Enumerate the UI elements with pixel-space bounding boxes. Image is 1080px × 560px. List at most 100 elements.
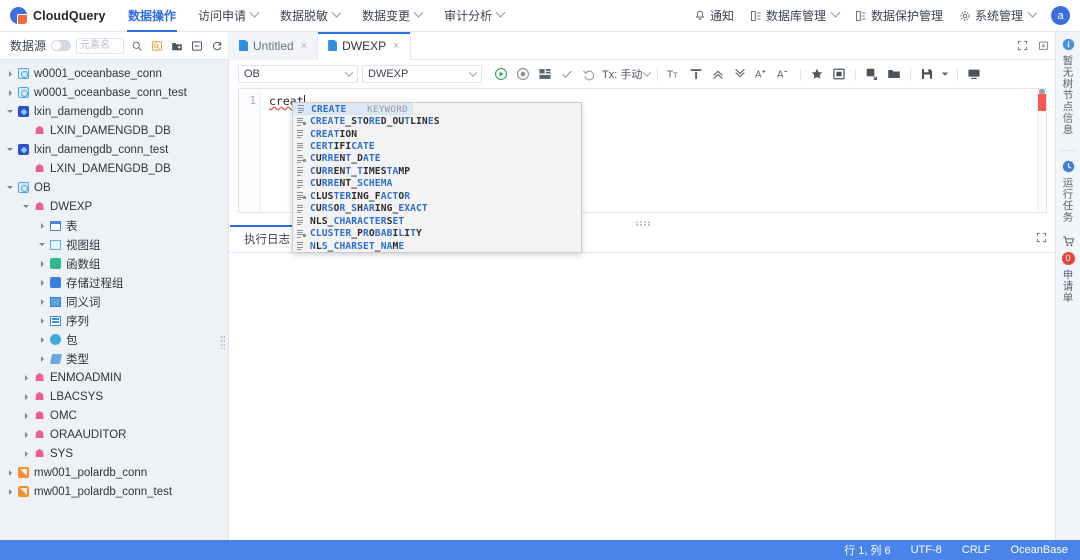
tree-expand-arrow-icon[interactable] bbox=[36, 235, 48, 254]
tree-node[interactable]: mw001_polardb_conn bbox=[0, 463, 228, 482]
run-current-icon[interactable] bbox=[514, 64, 532, 84]
tree-node[interactable]: ☗LXIN_DAMENGDB_DB bbox=[0, 121, 228, 140]
font-size-icon[interactable]: TT bbox=[665, 64, 683, 84]
autocomplete-item[interactable]: CREATION bbox=[293, 128, 581, 140]
tree-expand-arrow-icon[interactable] bbox=[20, 159, 32, 178]
brand[interactable]: CloudQuery bbox=[0, 7, 118, 24]
fullscreen-icon[interactable] bbox=[1015, 38, 1029, 52]
rail-item-node-info[interactable]: 暂无树节点信息 bbox=[1061, 38, 1076, 136]
line-ending[interactable]: CRLF bbox=[962, 544, 991, 556]
tree-node[interactable]: 包 bbox=[0, 330, 228, 349]
tree-node[interactable]: lxin_damengdb_conn bbox=[0, 102, 228, 121]
keyboard-icon[interactable] bbox=[965, 64, 983, 84]
datasource-tree-panel[interactable]: w0001_oceanbase_connw0001_oceanbase_conn… bbox=[0, 60, 229, 540]
tree-node[interactable]: ☗SYS bbox=[0, 444, 228, 463]
tree-expand-arrow-icon[interactable] bbox=[4, 463, 16, 482]
close-panel-icon[interactable] bbox=[1036, 38, 1050, 52]
autocomplete-item[interactable]: CREATEKEYWORD bbox=[293, 103, 413, 115]
collapse-icon[interactable] bbox=[189, 38, 204, 53]
tree-node[interactable]: ☗OMC bbox=[0, 406, 228, 425]
nav-item-audit-analysis[interactable]: 审计分析 bbox=[434, 0, 514, 32]
tree-expand-arrow-icon[interactable] bbox=[4, 178, 16, 197]
system-management-menu[interactable]: 系统管理 bbox=[952, 0, 1043, 32]
nav-item-data-masking[interactable]: 数据脱敏 bbox=[270, 0, 350, 32]
avatar[interactable]: a bbox=[1051, 6, 1070, 25]
connection-select[interactable]: OB bbox=[238, 65, 358, 83]
search-icon[interactable] bbox=[129, 38, 144, 53]
tree-node[interactable]: 视图组 bbox=[0, 235, 228, 254]
tree-expand-arrow-icon[interactable] bbox=[20, 406, 32, 425]
save-dropdown-icon[interactable] bbox=[940, 64, 950, 84]
autocomplete-item[interactable]: CURSOR_SHARING_EXACT bbox=[293, 203, 581, 215]
check-icon[interactable] bbox=[558, 64, 576, 84]
tree-node[interactable]: ☗LBACSYS bbox=[0, 387, 228, 406]
tree-node[interactable]: 同义词 bbox=[0, 292, 228, 311]
tree-node[interactable]: 函数组 bbox=[0, 254, 228, 273]
tree-node[interactable]: 类型 bbox=[0, 349, 228, 368]
tree-expand-arrow-icon[interactable] bbox=[20, 387, 32, 406]
tree-expand-arrow-icon[interactable] bbox=[36, 311, 48, 330]
datasource-toggle[interactable] bbox=[51, 40, 71, 51]
error-marker[interactable] bbox=[1038, 94, 1046, 111]
encoding[interactable]: UTF-8 bbox=[911, 544, 942, 556]
autocomplete-item[interactable]: CREATE_STORED_OUTLINES bbox=[293, 115, 581, 127]
database-management-menu[interactable]: 数据库管理 bbox=[743, 0, 846, 32]
data-protection-management-button[interactable]: 数据保护管理 bbox=[848, 0, 950, 32]
tree-expand-arrow-icon[interactable] bbox=[20, 368, 32, 387]
autocomplete-item[interactable]: NLS_CHARSET_NAME bbox=[293, 240, 581, 252]
editor-vertical-scrollbar[interactable] bbox=[1037, 89, 1046, 212]
autocomplete-item[interactable]: CLUSTER_PROBABILITY bbox=[293, 227, 581, 239]
tree-expand-arrow-icon[interactable] bbox=[20, 121, 32, 140]
collapse-all-icon[interactable] bbox=[709, 64, 727, 84]
add-folder-icon[interactable] bbox=[169, 38, 184, 53]
autocomplete-item[interactable]: CERTIFICATE bbox=[293, 140, 581, 152]
font-increase-icon[interactable]: A bbox=[753, 64, 771, 84]
autocomplete-item[interactable]: CURRENT_DATE bbox=[293, 153, 581, 165]
nav-item-access-request[interactable]: 访问申请 bbox=[188, 0, 268, 32]
tree-expand-arrow-icon[interactable] bbox=[36, 349, 48, 368]
tree-node[interactable]: ☗LXIN_DAMENGDB_DB bbox=[0, 159, 228, 178]
autocomplete-item[interactable]: CURRENT_TIMESTAMP bbox=[293, 165, 581, 177]
snippet-icon[interactable] bbox=[830, 64, 848, 84]
transaction-mode-select[interactable]: Tx: 手动 bbox=[602, 66, 650, 82]
tree-expand-arrow-icon[interactable] bbox=[4, 102, 16, 121]
tree-node[interactable]: w0001_oceanbase_conn_test bbox=[0, 83, 228, 102]
tree-expand-arrow-icon[interactable] bbox=[20, 197, 32, 216]
run-icon[interactable] bbox=[492, 64, 510, 84]
save-icon[interactable] bbox=[918, 64, 936, 84]
tree-expand-arrow-icon[interactable] bbox=[4, 482, 16, 501]
autocomplete-popup[interactable]: CREATEKEYWORDCREATE_STORED_OUTLINESCREAT… bbox=[292, 102, 582, 253]
export-icon[interactable] bbox=[863, 64, 881, 84]
result-fullscreen-icon[interactable] bbox=[1036, 232, 1055, 246]
tab-close-icon[interactable]: × bbox=[393, 40, 399, 52]
tree-node[interactable]: lxin_damengdb_conn_test bbox=[0, 140, 228, 159]
tree-expand-arrow-icon[interactable] bbox=[36, 273, 48, 292]
tab-close-icon[interactable]: × bbox=[301, 40, 307, 52]
tree-node[interactable]: OB bbox=[0, 178, 228, 197]
tree-node[interactable]: ☗ENMOADMIN bbox=[0, 368, 228, 387]
tree-expand-arrow-icon[interactable] bbox=[20, 425, 32, 444]
nav-item-data-change[interactable]: 数据变更 bbox=[352, 0, 432, 32]
tree-expand-arrow-icon[interactable] bbox=[20, 444, 32, 463]
rail-item-running-tasks[interactable]: 运行任务 bbox=[1061, 160, 1076, 223]
tree-expand-arrow-icon[interactable] bbox=[36, 216, 48, 235]
tab-dwexp[interactable]: DWEXP × bbox=[318, 32, 410, 60]
cursor-position[interactable]: 行 1, 列 6 bbox=[844, 542, 890, 558]
nav-item-data-operation[interactable]: 数据操作 bbox=[118, 0, 186, 32]
favorite-icon[interactable] bbox=[808, 64, 826, 84]
search-input[interactable]: 元素名 bbox=[76, 38, 124, 54]
autocomplete-item[interactable]: CLUSTERING_FACTOR bbox=[293, 190, 581, 202]
tree-node[interactable]: mw001_polardb_conn_test bbox=[0, 482, 228, 501]
sidebar-resize-handle[interactable] bbox=[220, 335, 225, 349]
schema-select[interactable]: DWEXP bbox=[362, 65, 482, 83]
tree-expand-arrow-icon[interactable] bbox=[36, 330, 48, 349]
tab-untitled[interactable]: Untitled × bbox=[229, 32, 318, 60]
open-folder-icon[interactable] bbox=[885, 64, 903, 84]
rail-item-request-form[interactable]: 0 申请单 bbox=[1061, 235, 1076, 304]
explain-plan-icon[interactable] bbox=[536, 64, 554, 84]
tree-expand-arrow-icon[interactable] bbox=[4, 140, 16, 159]
refresh-icon[interactable] bbox=[209, 38, 224, 53]
tree-node[interactable]: ☗DWEXP bbox=[0, 197, 228, 216]
sql-dialect[interactable]: OceanBase bbox=[1011, 544, 1068, 556]
tree-node[interactable]: ☗ORAAUDITOR bbox=[0, 425, 228, 444]
